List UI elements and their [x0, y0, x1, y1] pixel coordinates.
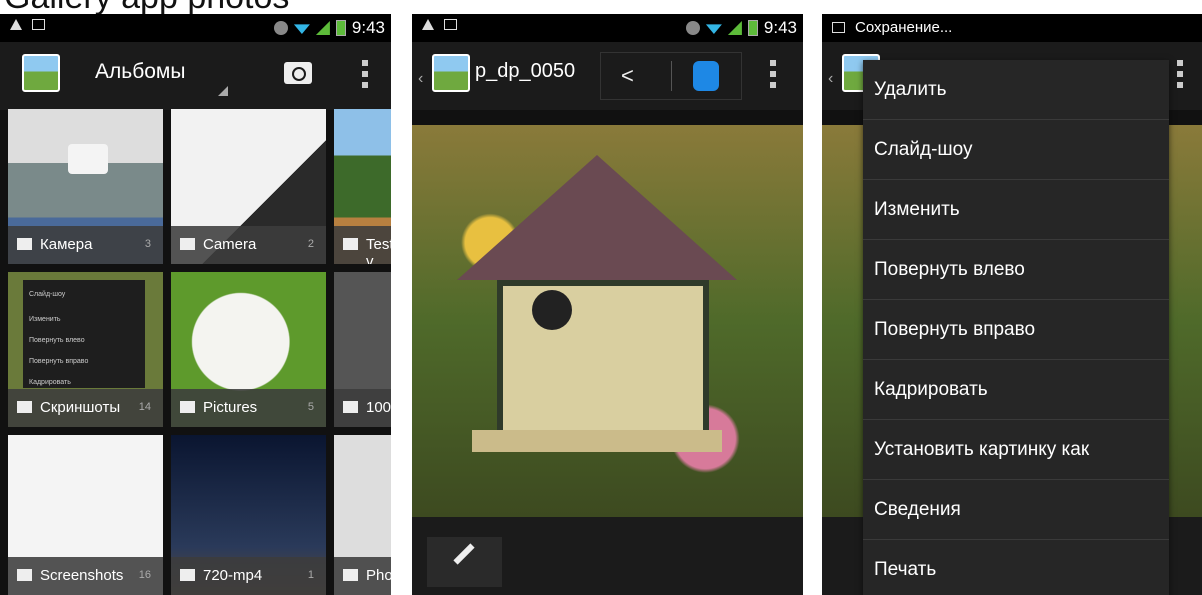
clock: 9:43	[351, 18, 385, 37]
image-notification-icon	[444, 19, 457, 30]
gallery-app-icon[interactable]	[432, 54, 470, 92]
menu-item-set-picture-as[interactable]: Установить картинку как	[863, 420, 1169, 480]
folder-icon	[343, 569, 358, 581]
wifi-icon	[293, 24, 310, 34]
edit-button[interactable]	[427, 537, 502, 587]
signal-icon	[315, 21, 330, 35]
thumb-menu-item: Слайд-шоу	[29, 291, 66, 298]
menu-item-details[interactable]: Сведения	[863, 480, 1169, 540]
menu-item-delete[interactable]: Удалить	[863, 60, 1169, 120]
share-group: <	[600, 52, 742, 100]
thumb-menu-item: Изменить	[29, 316, 61, 323]
overflow-menu-icon[interactable]	[362, 60, 368, 88]
album-tile[interactable]: Phot	[334, 435, 391, 595]
folder-icon	[343, 238, 358, 250]
folder-icon	[17, 569, 32, 581]
folder-icon	[180, 569, 195, 581]
thumb-menu-item: Повернуть влево	[29, 337, 85, 344]
camera-icon[interactable]	[284, 62, 312, 84]
albums-screen: 9:43 Альбомы Камера 3 Camera 2 Test v Слай…	[0, 14, 391, 595]
status-bar: 9:43	[412, 14, 803, 42]
image-notification-icon	[32, 19, 45, 30]
folder-icon	[180, 238, 195, 250]
battery-icon	[747, 20, 758, 36]
album-tile[interactable]: Pictures 5	[171, 272, 326, 427]
share-icon[interactable]: <	[621, 63, 647, 88]
battery-icon	[335, 20, 346, 36]
clock: 9:43	[763, 18, 797, 37]
album-tile[interactable]: Слайд-шоу Изменить Повернуть влево Повер…	[8, 272, 163, 427]
album-tile[interactable]: Screenshots 16	[8, 435, 163, 595]
overflow-menu-icon[interactable]	[1177, 60, 1183, 88]
bluetooth-icon	[273, 21, 288, 35]
birdhouse-body	[497, 280, 709, 442]
bottom-bar	[412, 517, 803, 595]
status-bar: 9:43	[0, 14, 391, 42]
cropped-caption: Gallery app photos	[0, 0, 1202, 14]
folder-icon	[17, 401, 32, 413]
bluetooth-icon	[685, 21, 700, 35]
photo[interactable]	[412, 125, 803, 517]
wifi-icon	[705, 24, 722, 34]
thumbnail-menu-screenshot: Слайд-шоу Изменить Повернуть влево Повер…	[23, 280, 145, 388]
album-tile[interactable]: Камера 3	[8, 109, 163, 264]
warning-icon	[10, 19, 22, 30]
menu-item-rotate-left[interactable]: Повернуть влево	[863, 240, 1169, 300]
photo-menu-screen: Сохранение... ‹ Удалить Слайд-шоу Измени…	[822, 14, 1202, 595]
dropdown-arrow-icon	[218, 86, 228, 96]
menu-item-edit[interactable]: Изменить	[863, 180, 1169, 240]
menu-item-slideshow[interactable]: Слайд-шоу	[863, 120, 1169, 180]
pencil-icon	[453, 543, 475, 565]
birdhouse-hole	[532, 290, 572, 330]
album-dropdown[interactable]: Альбомы	[95, 60, 185, 84]
warning-icon	[422, 19, 434, 30]
action-bar: ‹ p_dp_0050 <	[412, 42, 803, 110]
back-chevron-icon[interactable]: ‹	[828, 70, 833, 88]
image-notification-icon	[832, 22, 845, 33]
album-tile[interactable]: Camera 2	[171, 109, 326, 264]
gallery-app-icon[interactable]	[22, 54, 60, 92]
camera-overlay-icon	[68, 144, 108, 174]
photo-viewer-screen: 9:43 ‹ p_dp_0050 <	[412, 14, 803, 595]
signal-icon	[727, 21, 742, 35]
album-tile[interactable]: 100M	[334, 272, 391, 427]
menu-item-print[interactable]: Печать	[863, 540, 1169, 595]
action-bar: Альбомы	[0, 42, 391, 110]
birdhouse-base	[472, 430, 722, 452]
saving-text: Сохранение...	[855, 19, 953, 36]
overflow-menu: Удалить Слайд-шоу Изменить Повернуть вле…	[863, 60, 1169, 595]
album-tile[interactable]: Test v	[334, 109, 391, 264]
menu-item-rotate-right[interactable]: Повернуть вправо	[863, 300, 1169, 360]
bluetooth-share-icon[interactable]	[693, 61, 719, 91]
thumb-menu-item: Повернуть вправо	[29, 358, 89, 365]
menu-item-crop[interactable]: Кадрировать	[863, 360, 1169, 420]
status-bar: Сохранение...	[822, 14, 1202, 42]
folder-icon	[343, 401, 358, 413]
birdhouse-roof	[457, 155, 737, 280]
overflow-menu-icon[interactable]	[770, 60, 776, 88]
folder-icon	[180, 401, 195, 413]
album-tile[interactable]: 720-mp4 1	[171, 435, 326, 595]
back-chevron-icon[interactable]: ‹	[418, 70, 423, 88]
camera-icon	[17, 238, 32, 250]
photo-filename: p_dp_0050	[475, 60, 576, 82]
